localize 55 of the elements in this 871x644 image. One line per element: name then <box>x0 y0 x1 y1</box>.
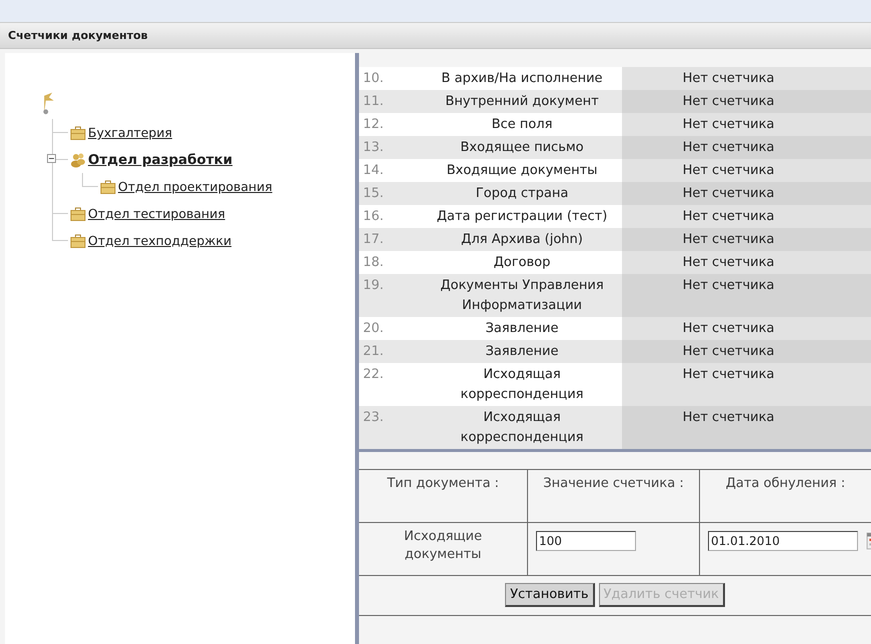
table-cell: Входящие документы <box>422 159 622 182</box>
table-cell: Документы Управления Информатизации <box>422 274 622 317</box>
column-header: Дата обнуления : <box>700 470 871 522</box>
row-number: 20. <box>359 317 422 340</box>
row-number: 15. <box>359 182 422 205</box>
table-cell: Нет счетчика <box>622 317 871 340</box>
row-number: 14. <box>359 159 422 182</box>
column-header: Тип документа : <box>359 470 528 522</box>
row-number: 22. <box>359 363 422 406</box>
table-cell: Нет счетчика <box>622 406 871 449</box>
table-cell: Заявление <box>422 317 622 340</box>
table-cell: Договор <box>422 251 622 274</box>
row-number: 21. <box>359 340 422 363</box>
table-cell: Входящее письмо <box>422 136 622 159</box>
row-number: 17. <box>359 228 422 251</box>
table-cell: Для Архива (john) <box>422 228 622 251</box>
table-cell: Внутренний документ <box>422 90 622 113</box>
tree-item-link[interactable]: Бухгалтерия <box>88 125 172 140</box>
tree-item-link[interactable]: Отдел проектирования <box>118 179 272 194</box>
table-cell: Нет счетчика <box>622 363 871 406</box>
table-cell: Нет счетчика <box>622 159 871 182</box>
tree-item-link[interactable]: Отдел техподдержки <box>88 233 232 248</box>
table-cell: Исходящая корреспонденция <box>422 406 622 449</box>
row-number: 16. <box>359 205 422 228</box>
table-cell: Все поля <box>422 113 622 136</box>
row-number: 13. <box>359 136 422 159</box>
column-header: Значение счетчика : <box>528 470 700 522</box>
table-cell: Нет счетчика <box>622 205 871 228</box>
table-cell: Заявление <box>422 340 622 363</box>
row-number: 11. <box>359 90 422 113</box>
row-number: 12. <box>359 113 422 136</box>
tree-item-link[interactable]: Отдел тестирования <box>88 206 226 221</box>
table-cell: Исходящая корреспонденция <box>422 363 622 406</box>
panel-title: Счетчики документов <box>8 29 148 42</box>
table-cell: Исходящие документы <box>359 522 528 576</box>
table-cell: Нет счетчика <box>622 251 871 274</box>
table-cell: Нет счетчика <box>622 274 871 317</box>
table-cell: Нет счетчика <box>622 67 871 90</box>
row-number: 18. <box>359 251 422 274</box>
date-field[interactable]: 01.01.2010 <box>708 531 858 551</box>
row-number: 23. <box>359 406 422 449</box>
table-cell: Нет счетчика <box>622 228 871 251</box>
table-cell: Нет счетчика <box>622 136 871 159</box>
table-cell: Нет счетчика <box>622 113 871 136</box>
row-number: 19. <box>359 274 422 317</box>
table-cell: Город страна <box>422 182 622 205</box>
counter-value-field[interactable]: 100 <box>536 531 636 551</box>
table-cell: Дата регистрации (тест) <box>422 205 622 228</box>
row-number: 10. <box>359 67 422 90</box>
table-cell: Нет счетчика <box>622 340 871 363</box>
table-cell: В архив/На исполнение <box>422 67 622 90</box>
table-cell: Нет счетчика <box>622 90 871 113</box>
set-button[interactable]: Установить <box>505 583 594 607</box>
tree-item-link[interactable]: Отдел разработки <box>88 152 232 168</box>
table-cell: Нет счетчика <box>622 182 871 205</box>
